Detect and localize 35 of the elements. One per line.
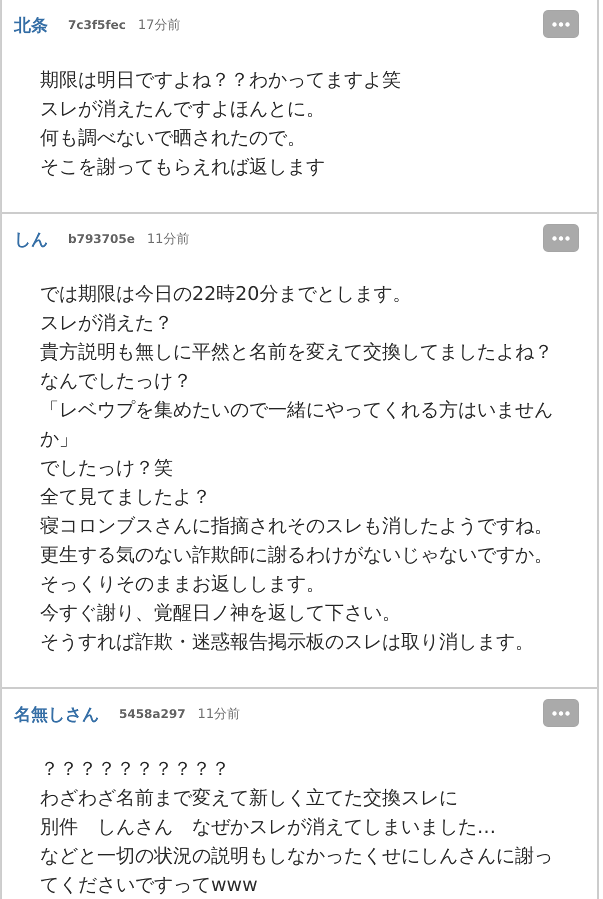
comment-line: でしたっけ？笑 (40, 456, 174, 481)
comment-line: 別件 しんさん なぜかスレが消えてしまいました… (40, 815, 497, 840)
more-button[interactable] (543, 699, 579, 727)
comment-line: では期限は今日の22時20分までとします。 (40, 282, 412, 307)
comment-line: などと一切の状況の説明もしなかったくせにしんさんに謝ってくださいですってwww (40, 844, 554, 898)
comment-line: そうすれば詐欺・迷惑報告掲示板のスレは取り消します。 (40, 630, 535, 655)
comment-line: 「レベウプを集めたいので一緒にやってくれる方はいませんか」 (40, 398, 554, 452)
author-name[interactable]: 名無しさん (14, 702, 99, 726)
more-button[interactable] (543, 10, 579, 38)
comment-line: そっくりそのままお返しします。 (40, 572, 326, 597)
comment-line: 全て見てましたよ？ (40, 485, 212, 510)
comment-line: スレが消えたんですよほんとに。 (40, 97, 326, 122)
more-icon (552, 236, 570, 240)
comment-line: 更生する気のない詐欺師に謝るわけがないじゃないですか。 (40, 543, 554, 568)
post-time: 11分前 (146, 231, 190, 248)
comment-line: ？？？？？？？？？？ (40, 757, 231, 782)
more-button[interactable] (543, 224, 579, 252)
comment-line: 今すぐ謝り、覚醒日ノ神を返して下さい。 (40, 601, 402, 626)
comment-line: なんでしたっけ？ (40, 369, 193, 394)
user-id: 7c3f5fec (68, 18, 126, 32)
comment-line: 寝コロンブスさんに指摘されそのスレも消したようですね。 (40, 514, 554, 539)
comment-line: スレが消えた？ (40, 311, 174, 336)
author-name[interactable]: 北条 (14, 14, 48, 36)
author-name[interactable]: しん (14, 228, 48, 250)
comment-line: 期限は明日ですよね？？わかってますよ笑 (40, 68, 402, 93)
post-time: 17分前 (138, 17, 180, 34)
user-id: b793705e (68, 232, 135, 246)
more-icon (552, 710, 570, 716)
comment-line: わざわざ名前まで変えて新しく立てた交換スレに (40, 786, 459, 811)
comment-line: 貴方説明も無しに平然と名前を変えて交換してましたよね？ (40, 340, 554, 365)
comment-line: 何も調べないで晒されたので。 (40, 126, 307, 151)
more-icon (552, 22, 570, 26)
user-id: 5458a297 (119, 707, 186, 721)
comment-line: そこを謝ってもらえれば返します (40, 155, 326, 180)
post-time: 11分前 (198, 706, 240, 723)
